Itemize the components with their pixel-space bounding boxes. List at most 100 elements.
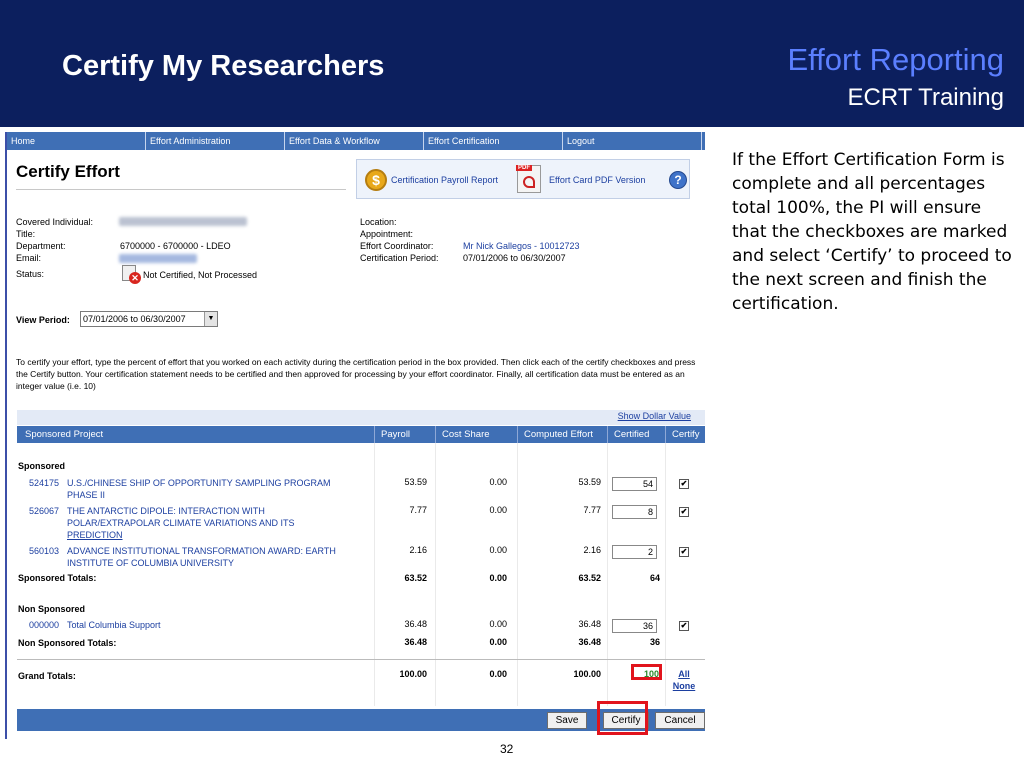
col-payroll: Payroll bbox=[374, 426, 435, 443]
payroll-value: 2.16 bbox=[409, 545, 427, 555]
slide: Certify My Researchers Effort Reporting … bbox=[0, 0, 1024, 768]
status-label: Status: bbox=[16, 269, 45, 279]
slide-header: Certify My Researchers Effort Reporting … bbox=[0, 0, 1024, 127]
page-title: Certify Effort bbox=[16, 162, 120, 181]
explanation-text: If the Effort Certification Form is comp… bbox=[732, 150, 1012, 314]
pdf-icon: PDF bbox=[516, 165, 541, 193]
cost-share-value: 0.00 bbox=[489, 545, 507, 555]
cost-share-value: 0.00 bbox=[489, 477, 507, 487]
appointment-label: Appointment: bbox=[360, 229, 414, 239]
grand-totals-divider bbox=[17, 659, 705, 660]
select-none-link[interactable]: None bbox=[670, 680, 698, 692]
show-dollar-value-link[interactable]: Show Dollar Value bbox=[618, 411, 691, 421]
certified-percent-input[interactable]: 8 bbox=[612, 505, 657, 519]
project-link[interactable]: U.S./CHINESE SHIP OF OPPORTUNITY SAMPLIN… bbox=[67, 477, 331, 501]
select-all-none: All None bbox=[670, 668, 698, 692]
project-link[interactable]: Total Columbia Support bbox=[67, 619, 161, 631]
payroll-value: 7.77 bbox=[409, 505, 427, 515]
certification-period-value: 07/01/2006 to 06/30/2007 bbox=[463, 253, 566, 263]
select-all-link[interactable]: All bbox=[670, 668, 698, 680]
page-number: 32 bbox=[500, 742, 514, 756]
redacted-email bbox=[119, 254, 197, 263]
certify-button-highlight bbox=[597, 701, 648, 735]
top-nav: Home Effort Administration Effort Data &… bbox=[7, 132, 705, 150]
slide-title: Certify My Researchers bbox=[62, 50, 385, 82]
grand-payroll-total: 100.00 bbox=[399, 669, 427, 679]
effort-coordinator-link[interactable]: Mr Nick Gallegos - 10012723 bbox=[463, 241, 580, 251]
grand-computed-total: 100.00 bbox=[573, 669, 601, 679]
col-certified: Certified bbox=[607, 426, 665, 443]
grand-certified-total: 100 bbox=[643, 669, 659, 679]
nav-effort-data-workflow[interactable]: Effort Data & Workflow bbox=[285, 132, 424, 150]
certify-checkbox[interactable]: ✔ bbox=[679, 479, 689, 489]
app-screenshot: Home Effort Administration Effort Data &… bbox=[5, 132, 705, 739]
nav-effort-administration[interactable]: Effort Administration bbox=[146, 132, 285, 150]
grand-cost-share-total: 0.00 bbox=[489, 669, 507, 679]
redacted-name bbox=[119, 217, 247, 226]
sponsored-certified-total: 64 bbox=[649, 573, 660, 583]
sponsored-computed-total: 63.52 bbox=[578, 573, 601, 583]
computed-effort-value: 53.59 bbox=[578, 477, 601, 487]
certification-period-label: Certification Period: bbox=[360, 253, 439, 263]
certified-percent-input[interactable]: 2 bbox=[612, 545, 657, 559]
pdf-version-link[interactable]: Effort Card PDF Version bbox=[549, 175, 645, 185]
cost-share-value: 0.00 bbox=[489, 619, 507, 629]
status-value: Not Certified, Not Processed bbox=[143, 270, 258, 280]
department-value: 6700000 - 6700000 - LDEO bbox=[120, 241, 231, 251]
nonsponsored-totals-label: Non Sponsored Totals: bbox=[18, 638, 117, 648]
view-period-label: View Period: bbox=[16, 315, 70, 325]
not-certified-icon: ✕ bbox=[122, 265, 142, 285]
nonsponsored-computed-total: 36.48 bbox=[578, 637, 601, 647]
nav-effort-certification[interactable]: Effort Certification bbox=[424, 132, 563, 150]
help-icon[interactable]: ? bbox=[669, 171, 687, 189]
sponsored-cost-share-total: 0.00 bbox=[489, 573, 507, 583]
instructions-text: To certify your effort, type the percent… bbox=[16, 357, 696, 391]
location-label: Location: bbox=[360, 217, 397, 227]
certify-checkbox[interactable]: ✔ bbox=[679, 507, 689, 517]
col-certify: Certify bbox=[665, 426, 705, 443]
payroll-value: 53.59 bbox=[404, 477, 427, 487]
report-links-box: $ Certification Payroll Report PDF Effor… bbox=[356, 159, 690, 199]
nonsponsored-payroll-total: 36.48 bbox=[404, 637, 427, 647]
certified-percent-input[interactable]: 54 bbox=[612, 477, 657, 491]
cancel-button[interactable]: Cancel bbox=[655, 712, 705, 729]
sponsored-heading: Sponsored bbox=[18, 461, 66, 471]
certified-percent-input[interactable]: 36 bbox=[612, 619, 657, 633]
project-id[interactable]: 526067 bbox=[29, 505, 59, 517]
payroll-value: 36.48 bbox=[404, 619, 427, 629]
effort-table: Sponsored 524175 U.S./CHINESE SHIP OF OP… bbox=[17, 443, 705, 706]
col-cost-share: Cost Share bbox=[435, 426, 517, 443]
covered-individual-label: Covered Individual: bbox=[16, 217, 94, 227]
col-computed-effort: Computed Effort bbox=[517, 426, 607, 443]
nonsponsored-heading: Non Sponsored bbox=[18, 604, 85, 614]
dropdown-arrow-icon[interactable]: ▼ bbox=[204, 312, 217, 326]
project-link[interactable]: ADVANCE INSTITUTIONAL TRANSFORMATION AWA… bbox=[67, 545, 336, 569]
certify-checkbox[interactable]: ✔ bbox=[679, 621, 689, 631]
cost-share-value: 0.00 bbox=[489, 505, 507, 515]
brand-title: Effort Reporting bbox=[787, 42, 1004, 77]
project-id[interactable]: 000000 bbox=[29, 619, 59, 631]
save-button[interactable]: Save bbox=[547, 712, 587, 729]
computed-effort-value: 7.77 bbox=[583, 505, 601, 515]
sponsored-payroll-total: 63.52 bbox=[404, 573, 427, 583]
view-period-select[interactable]: 07/01/2006 to 06/30/2007 ▼ bbox=[80, 311, 218, 327]
nav-logout[interactable]: Logout bbox=[563, 132, 702, 150]
computed-effort-value: 2.16 bbox=[583, 545, 601, 555]
view-period-value: 07/01/2006 to 06/30/2007 bbox=[83, 314, 186, 324]
effort-coordinator-label: Effort Coordinator: bbox=[360, 241, 434, 251]
payroll-report-link[interactable]: Certification Payroll Report bbox=[391, 175, 498, 185]
title-divider bbox=[16, 189, 346, 190]
grand-totals-label: Grand Totals: bbox=[18, 671, 76, 681]
project-link[interactable]: THE ANTARCTIC DIPOLE: INTERACTION WITH P… bbox=[67, 505, 295, 541]
department-label: Department: bbox=[16, 241, 66, 251]
project-id[interactable]: 560103 bbox=[29, 545, 59, 557]
nav-home[interactable]: Home bbox=[7, 132, 146, 150]
email-label: Email: bbox=[16, 253, 42, 263]
certify-checkbox[interactable]: ✔ bbox=[679, 547, 689, 557]
show-dollar-bar: Show Dollar Value bbox=[17, 410, 705, 425]
brand-subtitle: ECRT Training bbox=[847, 84, 1004, 111]
title-label: Title: bbox=[16, 229, 36, 239]
computed-effort-value: 36.48 bbox=[578, 619, 601, 629]
nonsponsored-certified-total: 36 bbox=[649, 637, 660, 647]
col-sponsored-project: Sponsored Project bbox=[25, 429, 104, 440]
